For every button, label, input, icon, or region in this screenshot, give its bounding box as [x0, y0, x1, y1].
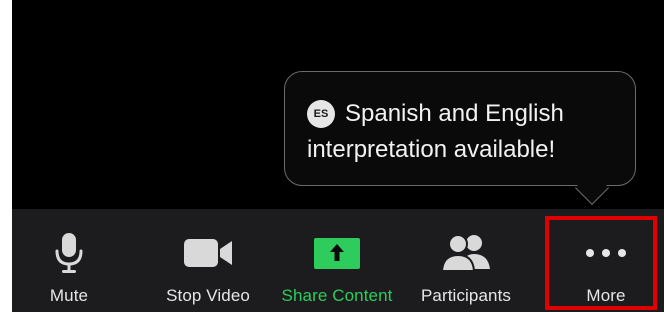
- tooltip-text-line2: interpretation available!: [307, 136, 556, 163]
- stop-video-button[interactable]: Stop Video: [166, 209, 250, 312]
- video-camera-icon: [178, 231, 238, 275]
- participants-button[interactable]: Participants: [421, 209, 511, 312]
- tooltip-first-line: ES Spanish and English: [307, 99, 564, 129]
- language-badge-icon: ES: [307, 100, 335, 128]
- tooltip-second-line: interpretation available!: [307, 135, 555, 165]
- tooltip-text-line1: Spanish and English: [345, 100, 564, 127]
- meeting-window: ES Spanish and English interpretation av…: [0, 0, 664, 312]
- share-content-label: Share Content: [281, 286, 393, 305]
- stop-video-label: Stop Video: [166, 286, 250, 305]
- share-content-button[interactable]: Share Content: [282, 209, 392, 312]
- participants-label: Participants: [420, 286, 512, 305]
- microphone-icon: [39, 231, 99, 275]
- participants-icon: [436, 231, 496, 275]
- more-highlight-box: [545, 216, 657, 310]
- mute-button[interactable]: Mute: [39, 209, 99, 312]
- share-arrow-icon: [307, 231, 367, 275]
- mute-label: Mute: [49, 286, 89, 305]
- interpretation-tooltip: ES Spanish and English interpretation av…: [284, 71, 636, 186]
